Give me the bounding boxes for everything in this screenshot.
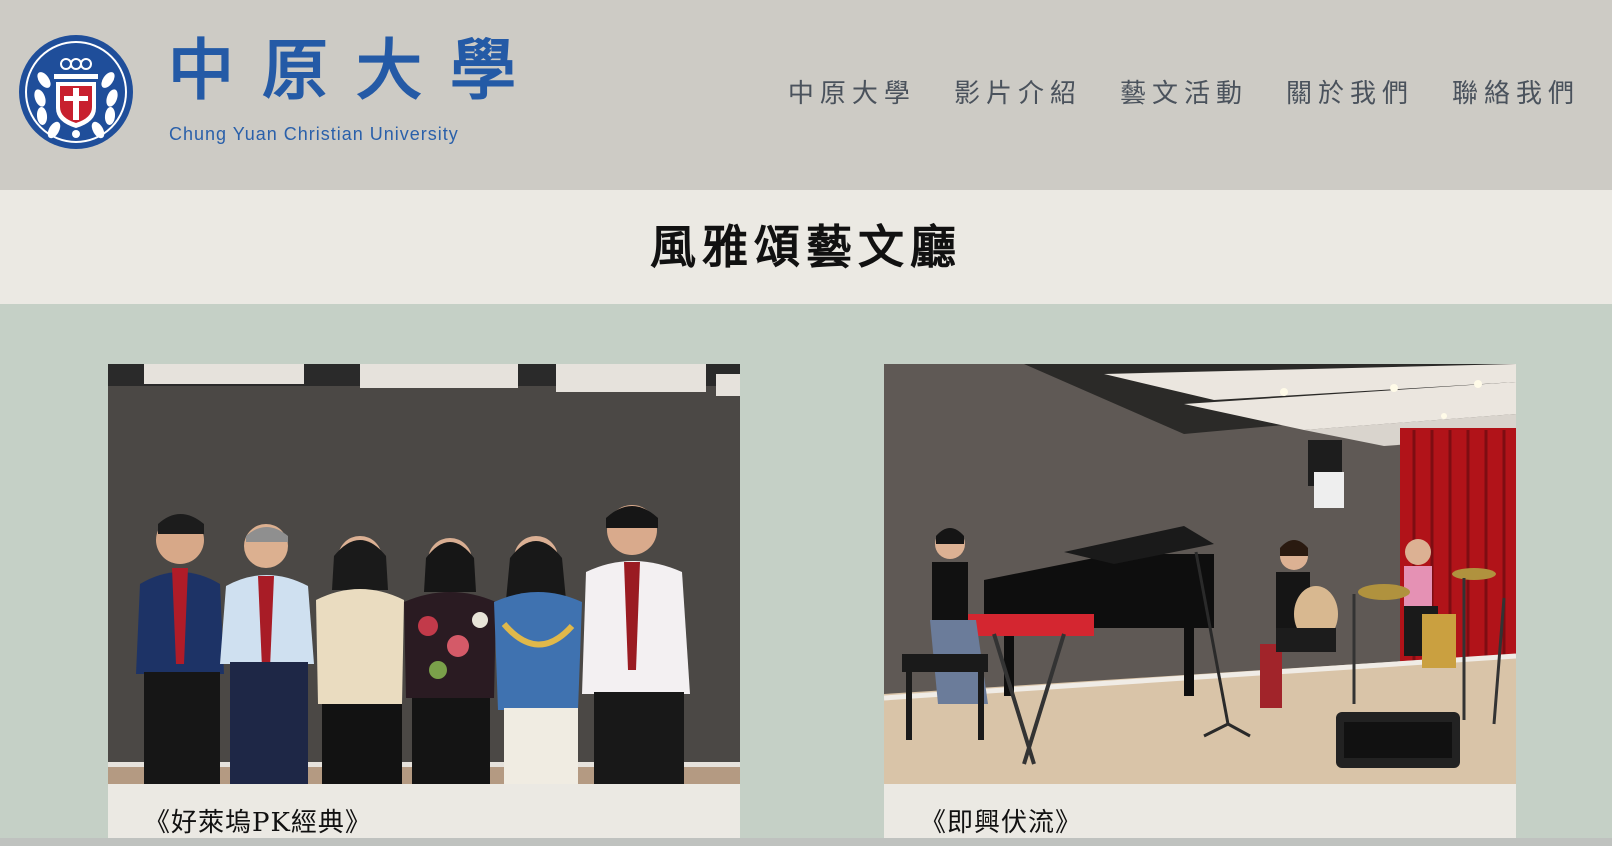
- event-card[interactable]: 《即興伏流》: [884, 364, 1516, 846]
- site-header: 中原大學 Chung Yuan Christian University 中原大…: [0, 0, 1612, 190]
- nav-item-contact[interactable]: 聯絡我們: [1452, 74, 1580, 114]
- page-title: 風雅頌藝文廳: [650, 220, 962, 274]
- main-nav: 中原大學 影片介紹 藝文活動 關於我們 聯絡我們: [788, 74, 1580, 114]
- university-name-cn[interactable]: 中原大學: [168, 30, 516, 110]
- event-caption[interactable]: 《好萊塢PK經典》: [144, 802, 372, 839]
- title-band: 風雅頌藝文廳: [0, 190, 1612, 304]
- nav-item-cycu[interactable]: 中原大學: [788, 74, 916, 114]
- event-photo-group[interactable]: [108, 364, 740, 784]
- nav-item-about[interactable]: 關於我們: [1286, 74, 1414, 114]
- university-seal-logo[interactable]: [18, 34, 134, 150]
- university-name-en[interactable]: Chung Yuan Christian University: [169, 124, 459, 145]
- event-caption[interactable]: 《即興伏流》: [920, 802, 1082, 839]
- bottom-strip: [0, 838, 1612, 846]
- event-photo-concert[interactable]: [884, 364, 1516, 784]
- nav-item-videos[interactable]: 影片介紹: [954, 74, 1082, 114]
- event-card[interactable]: 《好萊塢PK經典》: [108, 364, 740, 846]
- nav-item-events[interactable]: 藝文活動: [1120, 74, 1248, 114]
